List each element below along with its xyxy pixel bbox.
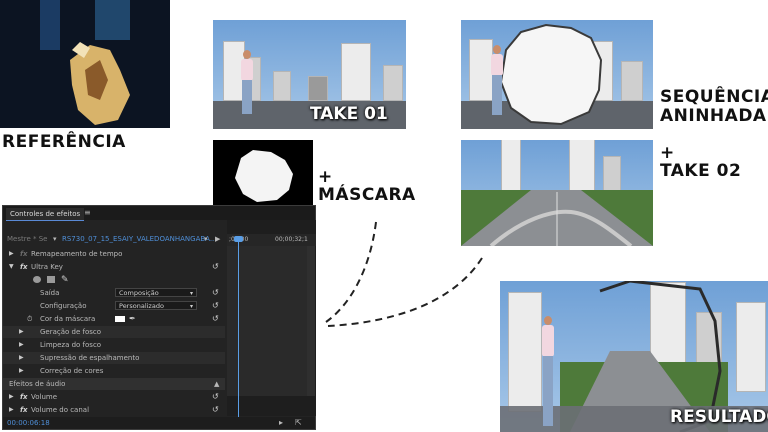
fx-badge: fx — [20, 263, 28, 271]
saida-select[interactable]: Composição ▾ — [115, 288, 197, 297]
clip-name[interactable]: RS730_07_15_ESAIY_VALEDOANHANGABA... — [62, 233, 217, 245]
reference-art — [0, 0, 170, 128]
result-image: RESULTADO — [500, 281, 768, 432]
saida-value: Composição — [119, 289, 159, 297]
param-row-cor: ⏱ Cor da máscara ✒ ↺ — [3, 313, 225, 325]
effect-name: Volume do canal — [31, 406, 90, 414]
group-label: Correção de cores — [40, 367, 104, 375]
group-row-correcao[interactable]: ▶ Correção de cores — [3, 365, 225, 377]
panel-footer: 00:00:06:18 ▸ ⇱ — [3, 417, 315, 429]
label-sequencia-l2: ANINHADA — [660, 106, 767, 126]
take01-image: TAKE 01 — [213, 20, 406, 129]
group-label: Limpeza do fosco — [40, 341, 102, 349]
effect-name: Remapeamento de tempo — [31, 250, 123, 258]
eyedropper-icon[interactable]: ✒ — [129, 313, 136, 325]
collapse-icon[interactable]: ▼ — [9, 261, 14, 273]
vertical-scrollbar[interactable] — [307, 246, 315, 396]
playhead-line — [238, 238, 239, 418]
filter-icon[interactable]: ▸ — [279, 418, 283, 427]
param-row-saida: Saída Composição ▾ ↺ — [3, 287, 225, 299]
collapse-up-icon[interactable]: ▲ — [214, 378, 219, 390]
color-swatch[interactable] — [115, 316, 125, 322]
expand-icon[interactable]: ▶ — [19, 352, 24, 364]
clip-name-dropdown-icon[interactable]: ▾ — [204, 233, 208, 245]
label-take02: TAKE 02 — [660, 161, 742, 181]
nested-sequence-image — [461, 20, 653, 129]
effect-row-volume-canal[interactable]: ▶ fx Volume do canal ↺ — [3, 404, 225, 416]
expand-icon[interactable]: ▶ — [9, 404, 14, 416]
panel-tabbar: Controles de efeitos ≡ — [3, 206, 315, 221]
export-icon[interactable]: ⇱ — [295, 418, 302, 427]
effect-row-volume[interactable]: ▶ fx Volume ↺ — [3, 391, 225, 403]
group-row-geracao[interactable]: ▶ Geração de fosco — [3, 326, 225, 338]
mask-image — [213, 140, 313, 211]
effect-timeline[interactable]: ;00;00 00;00;32;1 — [227, 220, 316, 418]
white-blob — [499, 23, 603, 126]
expand-icon[interactable]: ▶ — [19, 365, 24, 377]
group-label: Supressão de espalhamento — [40, 354, 140, 362]
label-referencia: REFERÊNCIA — [2, 132, 126, 152]
source-dropdown-icon[interactable]: ▾ — [53, 233, 57, 245]
expand-icon[interactable]: ▶ — [9, 391, 14, 403]
reset-icon[interactable]: ↺ — [212, 391, 219, 403]
param-label: Saída — [40, 289, 60, 297]
current-timecode[interactable]: 00:00:06:18 — [7, 419, 50, 427]
group-row-limpeza[interactable]: ▶ Limpeza do fosco — [3, 339, 225, 351]
effect-name: Volume — [31, 393, 58, 401]
rectangle-mask-icon[interactable] — [47, 276, 55, 283]
fx-badge: fx — [20, 250, 28, 258]
label-resultado: RESULTADO — [670, 407, 768, 427]
reference-image — [0, 0, 170, 128]
chevron-down-icon: ▾ — [189, 303, 193, 310]
fx-badge: fx — [20, 393, 28, 401]
clip-bar — [227, 246, 307, 396]
source-row: Mestre * Se ▾ RS730_07_15_ESAIY_VALEDOAN… — [3, 233, 225, 245]
param-row-config: Configuração Personalizado ▾ ↺ — [3, 300, 225, 312]
param-label: Cor da máscara — [40, 315, 96, 323]
expand-icon[interactable]: ▶ — [19, 339, 24, 351]
effect-name: Ultra Key — [31, 263, 63, 271]
time-end: 00;00;32;1 — [275, 236, 308, 243]
reset-icon[interactable]: ↺ — [212, 287, 219, 299]
tab-menu-icon[interactable]: ≡ — [84, 208, 91, 217]
effect-controls-panel[interactable]: Controles de efeitos ≡ Mestre * Se ▾ RS7… — [2, 205, 316, 430]
reset-icon[interactable]: ↺ — [212, 313, 219, 325]
config-value: Personalizado — [119, 302, 164, 310]
label-take01: TAKE 01 — [310, 104, 388, 124]
label-mascara: MÁSCARA — [318, 185, 416, 205]
playhead-handle[interactable] — [234, 236, 243, 242]
group-row-supressao[interactable]: ▶ Supressão de espalhamento — [3, 352, 225, 364]
play-icon[interactable]: ▶ — [215, 233, 220, 245]
section-label: Efeitos de áudio — [9, 380, 66, 388]
expand-icon[interactable]: ▶ — [9, 248, 14, 260]
config-select[interactable]: Personalizado ▾ — [115, 301, 197, 310]
mask-shape — [235, 150, 293, 202]
reset-icon[interactable]: ↺ — [212, 300, 219, 312]
stopwatch-icon[interactable]: ⏱ — [27, 313, 32, 325]
param-label: Configuração — [40, 302, 87, 310]
source-label[interactable]: Mestre * Se — [7, 233, 47, 245]
effect-row-remap[interactable]: ▶ fx Remapeamento de tempo — [3, 248, 225, 260]
reset-icon[interactable]: ↺ — [212, 261, 219, 273]
mask-tools-row: ✎ — [3, 274, 225, 286]
highway-art — [461, 190, 653, 246]
reset-icon[interactable]: ↺ — [212, 404, 219, 416]
take02-image — [461, 140, 653, 246]
audio-effects-header: Efeitos de áudio ▲ — [3, 378, 225, 390]
fx-badge: fx — [20, 406, 28, 414]
chevron-down-icon: ▾ — [189, 290, 193, 297]
expand-icon[interactable]: ▶ — [19, 326, 24, 338]
ellipse-mask-icon[interactable] — [33, 276, 41, 283]
label-sequencia-l1: SEQUÊNCIA — [660, 87, 768, 107]
group-label: Geração de fosco — [40, 328, 102, 336]
pen-mask-icon[interactable]: ✎ — [61, 274, 69, 286]
effect-row-ultrakey[interactable]: ▼ fx Ultra Key ↺ — [3, 261, 225, 273]
tab-effect-controls[interactable]: Controles de efeitos — [6, 208, 85, 221]
